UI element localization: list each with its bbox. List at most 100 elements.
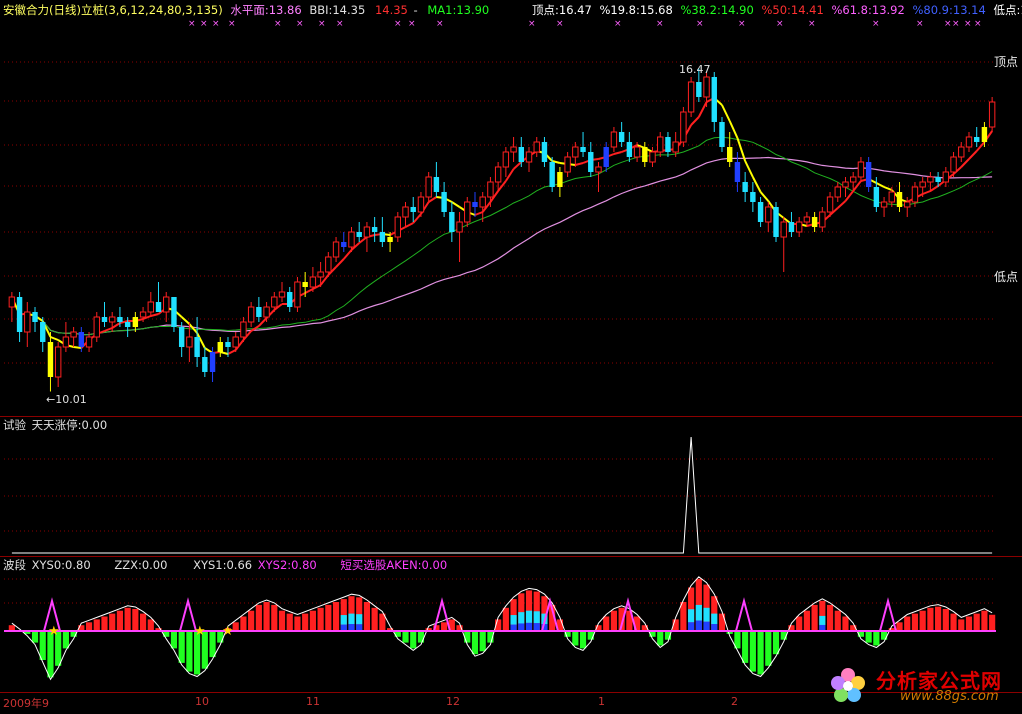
short-ma-segment (837, 200, 847, 209)
wave-bar-positive (441, 622, 448, 631)
sub-chart-1-pane[interactable]: 试验 天天涨停:0.00 (0, 416, 1022, 557)
date-label-feb: 2 (731, 695, 738, 708)
candle-body (371, 227, 378, 232)
candle-body (117, 317, 123, 322)
wave-bar-highlight (711, 613, 718, 625)
wave-bar-positive (803, 610, 810, 631)
candle-body (332, 241, 340, 258)
wave-bar-positive (371, 607, 378, 631)
signal-marker-13: × (614, 19, 622, 29)
short-ma-segment (474, 211, 484, 216)
candle-body (935, 177, 941, 182)
candle-body (981, 127, 988, 142)
signal-marker-15: × (696, 19, 704, 29)
candle-body (788, 222, 795, 232)
candle-body (379, 232, 386, 242)
limit-up-series-line (11, 436, 993, 554)
candle-body (209, 352, 216, 372)
wave-bar-negative (410, 631, 417, 649)
short-ma-segment (343, 249, 353, 260)
wave-bar-negative (757, 631, 764, 675)
short-ma-segment (412, 213, 422, 224)
candle-body (387, 237, 393, 242)
candle-body (603, 147, 609, 167)
candle-body (564, 156, 571, 173)
candle-body (657, 136, 664, 153)
wave-bar-positive (981, 610, 988, 631)
candle-body (927, 176, 934, 183)
candle-body (896, 192, 903, 207)
candle-body (101, 317, 108, 322)
candle-body (456, 221, 463, 233)
wave-bar-positive (85, 622, 93, 631)
candle-body (194, 337, 200, 357)
wave-bar-positive (718, 613, 726, 631)
short-ma-segment (613, 151, 622, 155)
flower-logo-icon (831, 668, 865, 702)
candle-body (750, 192, 756, 202)
wave-bar-positive (109, 613, 116, 631)
main-chart-pane[interactable]: 安徽合力(日线)立桩(3,6,12,24,80,3,135) 水平面:13.86… (0, 0, 1022, 416)
wave-bar-positive (927, 607, 934, 631)
wave-bar-positive (796, 616, 803, 631)
wave-bar-highlight (819, 615, 826, 625)
wave-bar-positive (124, 607, 131, 631)
wave-bar-negative (209, 631, 216, 658)
short-ma-segment (335, 258, 345, 268)
signal-marker-8: × (394, 19, 402, 29)
wave-bar-highlight (525, 610, 533, 623)
candle-body (225, 342, 231, 347)
candle-body (557, 172, 563, 187)
short-ma-segment (721, 104, 731, 122)
short-ma-segment (968, 150, 978, 160)
wave-bar-positive (919, 610, 926, 631)
wave-bar-positive (363, 602, 371, 631)
wave-bar-positive (935, 606, 942, 631)
wave-bar-highlight (533, 611, 540, 624)
candle-body (124, 322, 131, 327)
wave-bar-positive (302, 613, 309, 631)
wave-bar-negative (865, 631, 872, 643)
wave-bar-positive (826, 604, 834, 631)
wave-bar-negative (471, 631, 479, 655)
wave-bar-positive (240, 616, 247, 631)
candle-body (363, 226, 371, 238)
candle-body (595, 166, 602, 173)
wave-bar-positive (973, 613, 980, 631)
wave-bar-positive (965, 616, 973, 631)
candle-body (773, 207, 779, 237)
signal-triangle-5 (735, 597, 753, 632)
wave-bar-base (703, 621, 710, 631)
wave-bar-negative (402, 631, 409, 643)
candle-body (472, 202, 478, 207)
signal-marker-1: × (200, 19, 208, 29)
short-ma-segment (697, 101, 708, 118)
wave-bar-positive (603, 616, 610, 631)
wave-bar-positive (286, 613, 293, 631)
signal-marker-5: × (296, 19, 304, 29)
short-ma-segment (150, 313, 159, 317)
candle-body (850, 176, 857, 183)
candle-body (795, 221, 803, 233)
candle-body (510, 146, 517, 153)
wave-bar-base (533, 623, 540, 631)
short-ma-segment (975, 141, 986, 152)
candle-body (186, 336, 193, 348)
wave-bar-highlight (510, 615, 517, 625)
wave-bar-positive (896, 622, 903, 631)
candle-body (572, 146, 579, 158)
short-ma-segment (575, 162, 584, 166)
short-ma-segment (690, 116, 700, 126)
candle-body (719, 122, 725, 147)
bottom-side-label: 低点 (994, 270, 1019, 284)
candle-body (533, 141, 540, 153)
short-ma-segment (505, 168, 515, 182)
candle-body (588, 152, 594, 172)
candle-body (672, 141, 679, 153)
star-icon-2: ★ (222, 624, 234, 639)
wave-bar-base (695, 620, 702, 631)
candle-body (78, 332, 85, 347)
high-annotation: 16.47 (679, 63, 711, 76)
wave-bar-positive (147, 619, 154, 631)
signal-marker-21: × (944, 19, 952, 29)
